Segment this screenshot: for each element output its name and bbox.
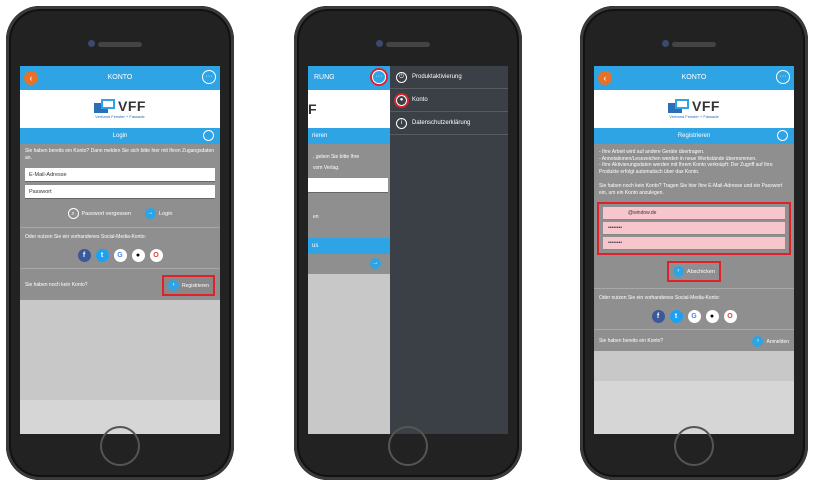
screen-menu: RUNG ··· F rieren , geben Sie bitte Ihre… xyxy=(308,66,508,434)
speaker xyxy=(98,42,142,47)
home-button[interactable] xyxy=(674,426,714,466)
logo-area: VFF Verband Fenster + Fassade xyxy=(20,90,220,128)
twitter-icon[interactable]: t xyxy=(669,309,683,323)
register-fields: @window.de •••••••• •••••••• xyxy=(597,202,791,255)
user-icon xyxy=(203,130,214,141)
back-icon[interactable]: ‹ xyxy=(24,71,38,85)
more-icon[interactable]: ··· xyxy=(776,70,790,84)
arrow-right-icon: › xyxy=(672,266,684,277)
more-icon[interactable]: ··· xyxy=(202,70,216,84)
speaker xyxy=(672,42,716,47)
user-icon xyxy=(777,130,788,141)
logo-area: VFF Verband Fenster + Fassade xyxy=(594,90,794,128)
home-button[interactable] xyxy=(388,426,428,466)
menu-item-datenschutz[interactable]: i Datenschutzerklärung xyxy=(390,112,508,135)
power-icon: ⏻ xyxy=(396,71,407,83)
logo-mark-icon xyxy=(94,99,116,113)
arrow-right-icon: › xyxy=(752,335,764,347)
screen-register: ‹ KONTO ··· VFF Verband Fenster + Fassad… xyxy=(594,66,794,434)
menu-item-produktaktivierung[interactable]: ⏻ Produktaktivierung xyxy=(390,66,508,89)
section-header: Login xyxy=(20,128,220,144)
twitter-icon[interactable]: t xyxy=(95,248,109,262)
login-link[interactable]: › Anmelden xyxy=(752,335,789,347)
register-panel: - Ihre Arbeit wird auf andere Geräte übe… xyxy=(594,144,794,351)
top-bar: ‹ KONTO ··· xyxy=(594,66,794,90)
forgot-password-link[interactable]: ⌕ Passwort vergessen xyxy=(67,208,131,219)
screen-login: ‹ KONTO ··· VFF Verband Fenster + Fassad… xyxy=(20,66,220,434)
side-menu: ⏻ Produktaktivierung ● Konto i Datenschu… xyxy=(390,66,508,434)
vff-logo: VFF Verband Fenster + Fassade xyxy=(668,98,720,119)
social-buttons: f t G ● O xyxy=(594,306,794,327)
menu-item-konto[interactable]: ● Konto xyxy=(390,89,508,112)
google-icon[interactable]: G xyxy=(113,248,127,262)
submit-button[interactable]: › Abschicken xyxy=(666,261,722,282)
arrow-right-icon: › xyxy=(168,279,180,291)
phone-menu: RUNG ··· F rieren , geben Sie bitte Ihre… xyxy=(294,6,522,480)
password-field[interactable]: •••••••• xyxy=(603,222,785,235)
more-icon[interactable]: ··· xyxy=(372,70,386,84)
vff-logo: VFF Verband Fenster + Fassade xyxy=(94,98,146,119)
register-row: Sie haben noch kein Konto? › Registrieren xyxy=(20,271,220,300)
email-field[interactable]: @window.de xyxy=(603,207,785,220)
login-icon: → xyxy=(145,208,157,219)
apple-icon[interactable]: ● xyxy=(131,248,145,262)
social-buttons: f t G ● O xyxy=(20,245,220,266)
password-field[interactable]: Passwort xyxy=(25,185,215,199)
back-icon[interactable]: ‹ xyxy=(598,71,612,85)
social-text: Oder nutzen Sie ein vorhandenes Social-M… xyxy=(25,234,146,240)
camera xyxy=(88,40,95,47)
phone-register: ‹ KONTO ··· VFF Verband Fenster + Fassad… xyxy=(580,6,808,480)
login-button[interactable]: → Login xyxy=(145,208,173,219)
info-list: - Ihre Arbeit wird auf andere Geräte übe… xyxy=(599,149,773,175)
login-row: Sie haben bereits ein Konto? › Anmelden xyxy=(594,332,794,351)
page-title: KONTO xyxy=(681,74,707,81)
facebook-icon[interactable]: f xyxy=(77,248,91,262)
empty-area xyxy=(594,350,794,381)
empty-area xyxy=(20,299,220,400)
apple-icon[interactable]: ● xyxy=(705,309,719,323)
camera xyxy=(662,40,669,47)
intro-text: Sie haben noch kein Konto? Tragen Sie hi… xyxy=(599,183,783,196)
social-text: Oder nutzen Sie ein vorhandenes Social-M… xyxy=(599,295,720,301)
login-panel: Sie haben bereits ein Konto? Dann melden… xyxy=(20,144,220,300)
page-title: KONTO xyxy=(107,74,133,81)
phone-login: ‹ KONTO ··· VFF Verband Fenster + Fassad… xyxy=(6,6,234,480)
camera xyxy=(376,40,383,47)
home-button[interactable] xyxy=(100,426,140,466)
email-field[interactable]: E-Mail-Adresse xyxy=(25,168,215,182)
office-icon[interactable]: O xyxy=(723,309,737,323)
register-button[interactable]: › Registrieren xyxy=(162,274,215,296)
user-icon: ● xyxy=(396,94,407,106)
section-header: Registrieren xyxy=(594,128,794,144)
facebook-icon[interactable]: f xyxy=(651,309,665,323)
input-partial[interactable] xyxy=(308,178,388,193)
vff-logo: F xyxy=(308,101,318,117)
password-confirm-field[interactable]: •••••••• xyxy=(603,237,785,250)
top-bar: ‹ KONTO ··· xyxy=(20,66,220,90)
office-icon[interactable]: O xyxy=(149,248,163,262)
google-icon[interactable]: G xyxy=(687,309,701,323)
speaker xyxy=(386,42,430,47)
logo-mark-icon xyxy=(668,99,690,113)
intro-text: Sie haben bereits ein Konto? Dann melden… xyxy=(25,148,215,161)
search-icon: ⌕ xyxy=(67,208,79,219)
info-icon: i xyxy=(396,117,407,129)
login-icon[interactable]: → xyxy=(370,258,381,269)
